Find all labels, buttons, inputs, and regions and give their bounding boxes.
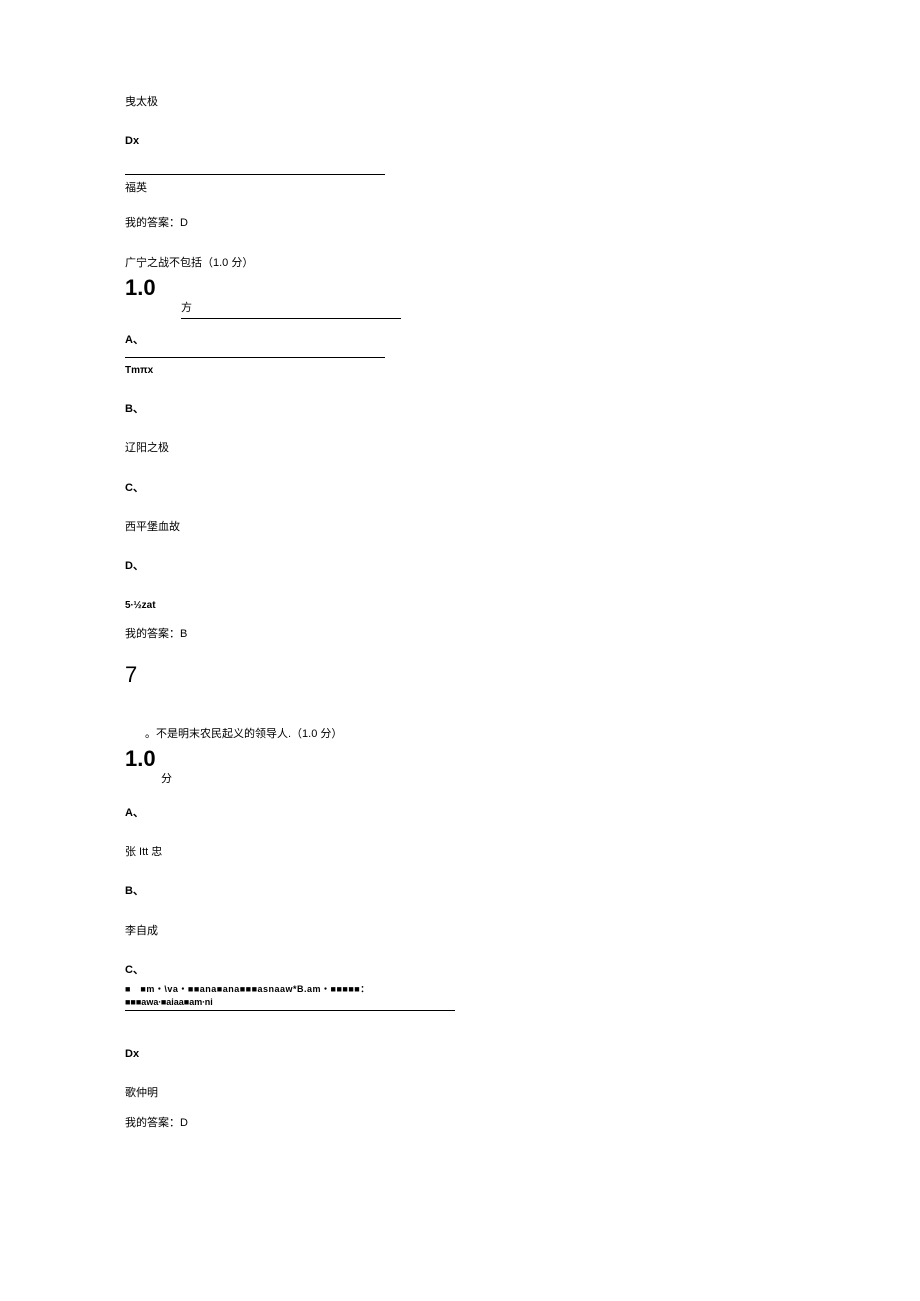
q5-option-d-label: Dx — [125, 134, 795, 149]
q7-option-d-text: 歌仲明 — [125, 1086, 795, 1101]
q6-stem: 广宁之战不包括（1.0 分） — [125, 256, 795, 271]
q5-my-answer: 我的答案：D — [125, 216, 795, 231]
q6-option-c-text: 西平堡血故 — [125, 520, 795, 535]
q6-my-answer: 我的答案：B — [125, 627, 795, 642]
q6-option-d-text: 5∙½zat — [125, 599, 795, 613]
q7-option-b-label: B、 — [125, 884, 795, 899]
q6-option-d-label: D、 — [125, 559, 795, 574]
q7-option-a-text: 张 Itt 忠 — [125, 845, 795, 860]
q6-score-block: 1.0 方 — [125, 277, 795, 319]
q6-score-sub: 方 — [161, 301, 795, 319]
q7-option-a-label: A、 — [125, 806, 795, 821]
q6-option-b-text: 辽阳之极 — [125, 441, 795, 456]
q7-option-d-label: Dx — [125, 1047, 795, 1062]
q6-score: 1.0 — [125, 277, 795, 299]
q6-option-b-label: B、 — [125, 402, 795, 417]
q7-my-answer: 我的答案：D — [125, 1116, 795, 1131]
q7-option-c-garble1: ■ ■m・\va・■■ana■ana■■■asnaaw*B.am・■■■■■： — [125, 983, 795, 996]
q6-option-a-label: A、 — [125, 333, 795, 348]
q6-option-c-label: C、 — [125, 481, 795, 496]
q7-option-b-text: 李自成 — [125, 924, 795, 939]
q7-score: 1.0 — [125, 748, 795, 770]
q7-option-c-garble2: ■■■awa∙■aiaa■am∙ni — [125, 996, 455, 1011]
divider — [125, 357, 385, 358]
q6-option-a-text: Tmπx — [125, 364, 795, 378]
divider — [125, 174, 385, 175]
q5-option-d-text: 福英 — [125, 181, 795, 196]
q7-stem: 。不是明末农民起义的领导人.（1.0 分） — [145, 727, 795, 742]
q7-number: 7 — [125, 660, 795, 691]
q7-option-c-label: C、 — [125, 963, 795, 978]
q7-score-block: 1.0 分 — [125, 748, 795, 787]
q5-option-c-text: 曳太极 — [125, 95, 795, 110]
q7-score-sub: 分 — [161, 772, 795, 787]
